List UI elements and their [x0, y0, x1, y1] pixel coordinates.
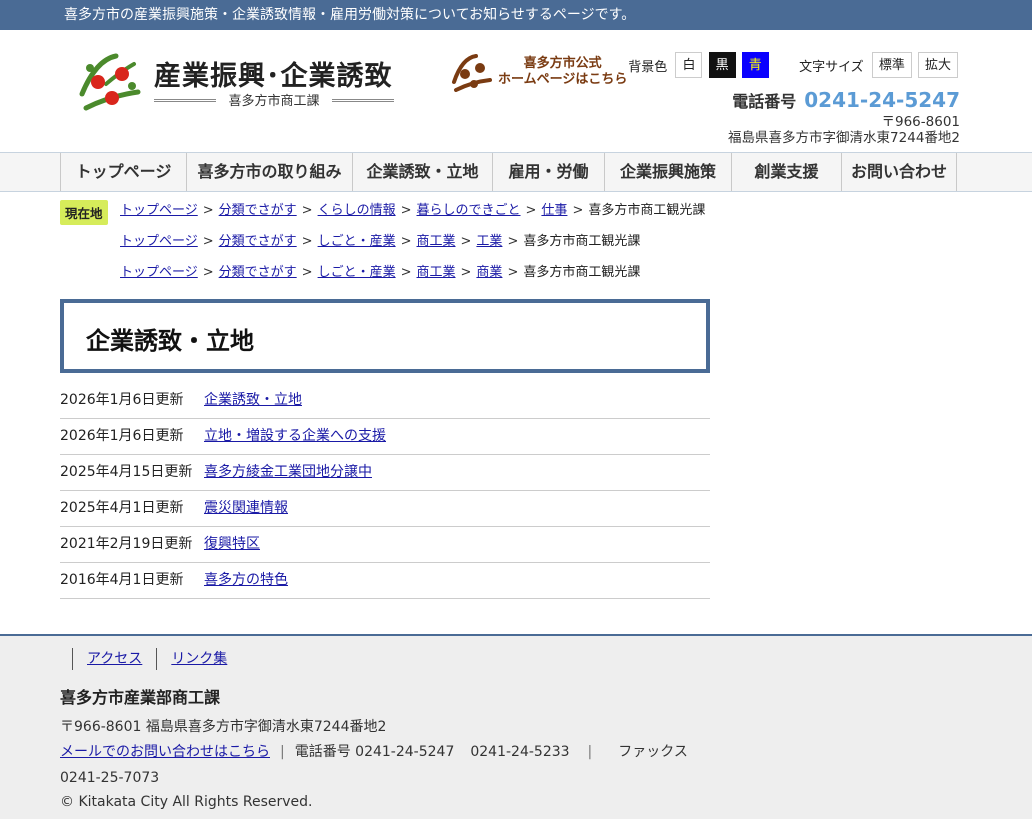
breadcrumb-link[interactable]: 商業: [476, 265, 502, 280]
nav-item-top[interactable]: トップページ: [60, 153, 186, 191]
breadcrumb-row: トップページ > 分類でさがす > しごと・産業 > 商工業 > 工業 > 喜多方市商工観光課: [120, 234, 641, 249]
update-link[interactable]: 復興特区: [204, 527, 260, 561]
logo-subtitle-wrap: 喜多方市商工課: [154, 90, 394, 110]
footer-nav-item: アクセス: [72, 648, 156, 670]
list-item: 2025年4月15日更新 喜多方綾金工業団地分譲中: [60, 455, 710, 491]
footer-fax-label: ファックス: [618, 744, 688, 760]
city-emblem-icon: [452, 54, 492, 92]
site-footer: アクセス リンク集 喜多方市産業部商工課 〒966-8601 福島県喜多方市字御…: [0, 634, 1032, 819]
page-title: 企業誘致・立地: [86, 327, 254, 355]
footer-phone-2: 0241-24-5233: [470, 744, 570, 760]
top-banner: 喜多方市の産業振興施策・企業誘致情報・雇用労働対策についてお知らせするページです…: [0, 0, 1032, 30]
breadcrumb-current: 喜多方市商工観光課: [588, 203, 706, 218]
global-nav: トップページ 喜多方市の取り組み 企業誘致・立地 雇用・労働 企業振興施策 創業…: [0, 152, 1032, 192]
breadcrumb-link[interactable]: 分類でさがす: [219, 234, 297, 249]
breadcrumb-link[interactable]: 仕事: [541, 203, 567, 218]
list-item: 2016年4月1日更新 喜多方の特色: [60, 563, 710, 599]
footer-phone-1: 0241-24-5247: [355, 744, 455, 760]
footer-link-access[interactable]: アクセス: [87, 651, 142, 667]
update-link[interactable]: 喜多方の特色: [204, 563, 288, 597]
update-link[interactable]: 立地・増設する企業への支援: [204, 419, 386, 453]
breadcrumb-link[interactable]: トップページ: [120, 265, 198, 280]
breadcrumb-link[interactable]: トップページ: [120, 234, 198, 249]
display-settings: 背景色 白 黒 青 文字サイズ 標準 拡大: [628, 52, 960, 80]
breadcrumb-link[interactable]: 商工業: [417, 234, 456, 249]
city-homepage-link[interactable]: 喜多方市公式 ホームページはこちら: [450, 52, 640, 98]
footer-mail-link[interactable]: メールでのお問い合わせはこちら: [60, 744, 270, 760]
update-date: 2025年4月15日更新: [60, 464, 193, 480]
bg-white-button[interactable]: 白: [675, 52, 703, 78]
footer-nav-item: リンク集: [156, 648, 241, 670]
footer-nav: アクセス リンク集: [72, 648, 241, 670]
nav-item-startup[interactable]: 創業支援: [731, 153, 841, 191]
phone-label: 電話番号: [732, 92, 797, 111]
update-link[interactable]: 震災関連情報: [204, 491, 288, 525]
footer-fax: 0241-25-7073: [60, 770, 160, 786]
header-phone: 電話番号 0241-24-5247: [732, 88, 960, 112]
phone-number: 0241-24-5247: [804, 88, 960, 112]
breadcrumb-link[interactable]: 商工業: [417, 265, 456, 280]
site-logo-link[interactable]: 産業振興･企業誘致 喜多方市商工課: [76, 50, 406, 140]
logo-mark-icon: [79, 53, 141, 111]
breadcrumb-link[interactable]: しごと・産業: [318, 234, 396, 249]
update-date: 2026年1月6日更新: [60, 428, 184, 444]
update-date: 2016年4月1日更新: [60, 572, 184, 588]
nav-item-initiatives[interactable]: 喜多方市の取り組み: [186, 153, 352, 191]
breadcrumb-row: トップページ > 分類でさがす > しごと・産業 > 商工業 > 商業 > 喜多方市商工観光課: [120, 265, 641, 280]
logo-subtitle-rule: [332, 99, 394, 102]
update-date: 2025年4月1日更新: [60, 500, 184, 516]
nav-item-contact[interactable]: お問い合わせ: [841, 153, 957, 191]
breadcrumb-link[interactable]: くらしの情報: [318, 203, 396, 218]
breadcrumb-link[interactable]: 工業: [476, 234, 502, 249]
bg-black-button[interactable]: 黒: [708, 52, 736, 78]
breadcrumb-link[interactable]: トップページ: [120, 203, 198, 218]
nav-item-industry-promotion[interactable]: 企業振興施策: [604, 153, 731, 191]
breadcrumb-row: トップページ > 分類でさがす > くらしの情報 > 暮らしのできごと > 仕事 > 喜多方市商工観…: [120, 203, 706, 218]
breadcrumb-link[interactable]: 暮らしのできごと: [417, 203, 521, 218]
footer-copyright: © Kitakata City All Rights Reserved.: [60, 794, 313, 810]
breadcrumb-link[interactable]: 分類でさがす: [219, 265, 297, 280]
top-banner-text: 喜多方市の産業振興施策・企業誘致情報・雇用労働対策についてお知らせするページです…: [64, 7, 636, 23]
list-item: 2026年1月6日更新 企業誘致・立地: [60, 383, 710, 419]
footer-link-links[interactable]: リンク集: [171, 651, 227, 667]
update-list: 2026年1月6日更新 企業誘致・立地 2026年1月6日更新 立地・増設する企…: [60, 383, 710, 599]
site-header: 産業振興･企業誘致 喜多方市商工課 喜多方市公式 ホームページはこちら 背景色 …: [0, 30, 1032, 152]
bg-blue-button[interactable]: 青: [741, 52, 769, 78]
current-location-badge: 現在地: [60, 200, 108, 225]
footer-contact: メールでのお問い合わせはこちら | 電話番号 0241-24-5247 0241-24…: [60, 744, 688, 786]
nav-item-employment[interactable]: 雇用・労働: [492, 153, 604, 191]
update-date: 2026年1月6日更新: [60, 392, 184, 408]
font-standard-button[interactable]: 標準: [871, 52, 912, 78]
logo-subtitle: 喜多方市商工課: [228, 94, 320, 109]
breadcrumb-current: 喜多方市商工観光課: [523, 265, 641, 280]
breadcrumb-current: 喜多方市商工観光課: [523, 234, 641, 249]
update-date: 2021年2月19日更新: [60, 536, 193, 552]
nav-item-business-location[interactable]: 企業誘致・立地: [352, 153, 492, 191]
font-size-label: 文字サイズ: [799, 59, 864, 75]
list-item: 2025年4月1日更新 震災関連情報: [60, 491, 710, 527]
font-large-button[interactable]: 拡大: [917, 52, 958, 78]
bg-color-label: 背景色: [628, 59, 668, 75]
list-item: 2026年1月6日更新 立地・増設する企業への支援: [60, 419, 710, 455]
footer-address: 〒966-8601 福島県喜多方市字御清水東7244番地2: [60, 719, 387, 735]
city-homepage-line1: 喜多方市公式: [523, 56, 602, 71]
city-homepage-text: 喜多方市公式 ホームページはこちら: [498, 56, 627, 88]
breadcrumb-link[interactable]: 分類でさがす: [219, 203, 297, 218]
update-link[interactable]: 企業誘致・立地: [204, 383, 302, 417]
breadcrumb-link[interactable]: しごと・産業: [318, 265, 396, 280]
page-title-box: 企業誘致・立地: [60, 299, 710, 373]
header-address: 福島県喜多方市字御清水東7244番地2: [728, 130, 960, 146]
update-link[interactable]: 喜多方綾金工業団地分譲中: [204, 455, 372, 489]
city-homepage-line2: ホームページはこちら: [498, 72, 628, 87]
footer-org-name: 喜多方市産業部商工課: [60, 688, 221, 707]
footer-phone-label: 電話番号: [294, 744, 351, 760]
logo-subtitle-rule: [154, 99, 216, 102]
logo-title: 産業振興･企業誘致: [154, 61, 393, 92]
list-item: 2021年2月19日更新 復興特区: [60, 527, 710, 563]
